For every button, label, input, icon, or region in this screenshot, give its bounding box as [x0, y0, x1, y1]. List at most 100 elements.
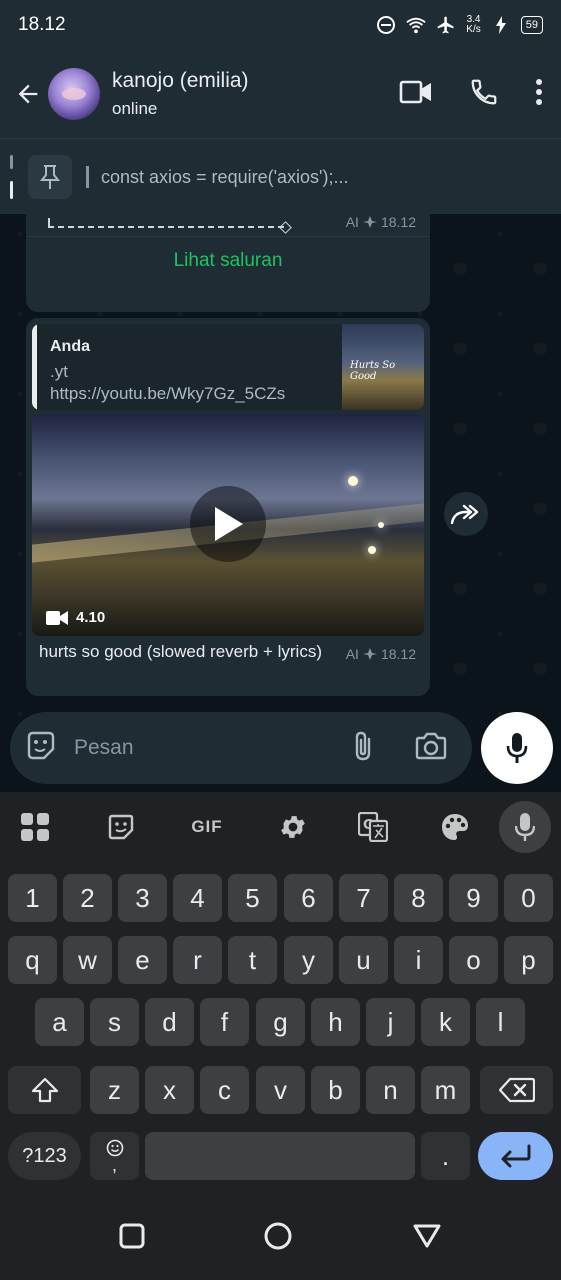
circle-icon [264, 1222, 292, 1249]
thumbnail-title: Hurts So Good [350, 360, 396, 382]
arrow-left-icon [18, 84, 38, 104]
message-time: 18.12 [380, 214, 416, 230]
translate-button[interactable]: G [342, 812, 404, 842]
key-4[interactable]: 4 [173, 874, 222, 922]
quoted-sender: Anda [50, 338, 90, 355]
key-r[interactable]: r [173, 936, 222, 984]
video-frame-light [368, 546, 376, 554]
pin-button[interactable] [28, 154, 72, 199]
key-g[interactable]: g [256, 998, 305, 1046]
key-c[interactable]: c [200, 1066, 249, 1114]
key-u[interactable]: u [339, 936, 388, 984]
chat-header: kanojo (emilia) online [0, 50, 561, 138]
camera-button[interactable] [414, 731, 448, 766]
video-message-bubble[interactable]: Anda .yt https://youtu.be/Wky7Gz_5CZs Hu… [26, 318, 430, 696]
key-x[interactable]: x [145, 1066, 194, 1114]
quoted-text-line-1: .yt [50, 362, 68, 381]
ai-label: AI [345, 214, 359, 230]
forward-icon [450, 504, 479, 525]
more-options-button[interactable] [535, 78, 543, 110]
key-m[interactable]: m [421, 1066, 470, 1114]
space-key[interactable] [145, 1132, 415, 1180]
microphone-icon [515, 813, 535, 841]
key-f[interactable]: f [200, 998, 249, 1046]
back-nav-button[interactable] [412, 1223, 442, 1254]
key-3[interactable]: 3 [118, 874, 167, 922]
video-call-button[interactable] [399, 79, 433, 110]
recents-button[interactable] [119, 1223, 145, 1254]
video-preview[interactable]: 4.10 [32, 414, 424, 636]
back-button[interactable] [12, 78, 44, 110]
key-w[interactable]: w [63, 936, 112, 984]
period-key[interactable]: . [421, 1132, 470, 1180]
key-0[interactable]: 0 [504, 874, 553, 922]
bubble-divider [26, 236, 430, 237]
key-8[interactable]: 8 [394, 874, 443, 922]
key-5[interactable]: 5 [228, 874, 277, 922]
pinned-message-bar[interactable]: const axios = require('axios');... [0, 138, 561, 214]
theme-button[interactable] [424, 812, 486, 842]
key-s[interactable]: s [90, 998, 139, 1046]
play-button[interactable] [190, 486, 266, 562]
backspace-key[interactable] [480, 1066, 553, 1114]
apps-button[interactable] [4, 812, 66, 842]
key-a[interactable]: a [35, 998, 84, 1046]
airplane-mode-icon [436, 15, 456, 35]
key-l[interactable]: l [476, 998, 525, 1046]
voice-call-button[interactable] [469, 77, 499, 112]
key-7[interactable]: 7 [339, 874, 388, 922]
pinned-message-text: const axios = require('axios');... [86, 165, 348, 188]
key-9[interactable]: 9 [449, 874, 498, 922]
avatar[interactable] [48, 68, 100, 120]
emoji-sticker-button[interactable] [24, 729, 58, 768]
voice-message-button[interactable] [481, 712, 553, 784]
message-input[interactable]: Pesan [74, 736, 134, 760]
quoted-message[interactable]: Anda .yt https://youtu.be/Wky7Gz_5CZs Hu… [32, 324, 424, 410]
key-z[interactable]: z [90, 1066, 139, 1114]
settings-button[interactable] [262, 812, 324, 842]
attach-button[interactable] [352, 730, 374, 767]
key-e[interactable]: e [118, 936, 167, 984]
backspace-icon [498, 1077, 535, 1103]
camera-icon [415, 732, 447, 759]
chat-area: AI 18.12 Lihat saluran Anda .yt https://… [0, 214, 561, 794]
do-not-disturb-icon [376, 15, 396, 35]
enter-icon [501, 1144, 530, 1168]
message-preview-graphic [48, 218, 284, 228]
symbols-key[interactable]: ?123 [8, 1132, 81, 1180]
phone-icon [471, 79, 497, 104]
quoted-text-line-2: https://youtu.be/Wky7Gz_5CZs [50, 384, 286, 403]
key-j[interactable]: j [366, 998, 415, 1046]
key-1[interactable]: 1 [8, 874, 57, 922]
key-q[interactable]: q [8, 936, 57, 984]
contact-info[interactable]: kanojo (emilia) online [112, 69, 249, 119]
enter-key[interactable] [478, 1132, 553, 1180]
message-time: 18.12 [380, 646, 416, 662]
contact-name: kanojo (emilia) [112, 69, 249, 92]
voice-typing-button[interactable] [499, 801, 551, 853]
home-button[interactable] [263, 1221, 293, 1256]
sticker-button[interactable] [90, 813, 152, 841]
key-p[interactable]: p [504, 936, 553, 984]
key-h[interactable]: h [311, 998, 360, 1046]
key-i[interactable]: i [394, 936, 443, 984]
forward-button[interactable] [444, 492, 488, 536]
contact-status: online [112, 99, 158, 118]
key-b[interactable]: b [311, 1066, 360, 1114]
key-y[interactable]: y [284, 936, 333, 984]
key-v[interactable]: v [256, 1066, 305, 1114]
shift-key[interactable] [8, 1066, 81, 1114]
channel-message-bubble[interactable]: AI 18.12 Lihat saluran [26, 214, 430, 312]
key-o[interactable]: o [449, 936, 498, 984]
key-n[interactable]: n [366, 1066, 415, 1114]
gif-button[interactable]: GIF [176, 817, 238, 837]
emoji-comma-key[interactable]: , [90, 1132, 139, 1180]
keyboard: GIF G 1 2 3 4 5 6 7 8 9 0 q w e r t y u … [0, 792, 561, 1196]
key-2[interactable]: 2 [63, 874, 112, 922]
key-6[interactable]: 6 [284, 874, 333, 922]
key-t[interactable]: t [228, 936, 277, 984]
status-time: 18.12 [18, 14, 66, 35]
key-k[interactable]: k [421, 998, 470, 1046]
view-channel-button[interactable]: Lihat saluran [26, 250, 430, 272]
key-d[interactable]: d [145, 998, 194, 1046]
